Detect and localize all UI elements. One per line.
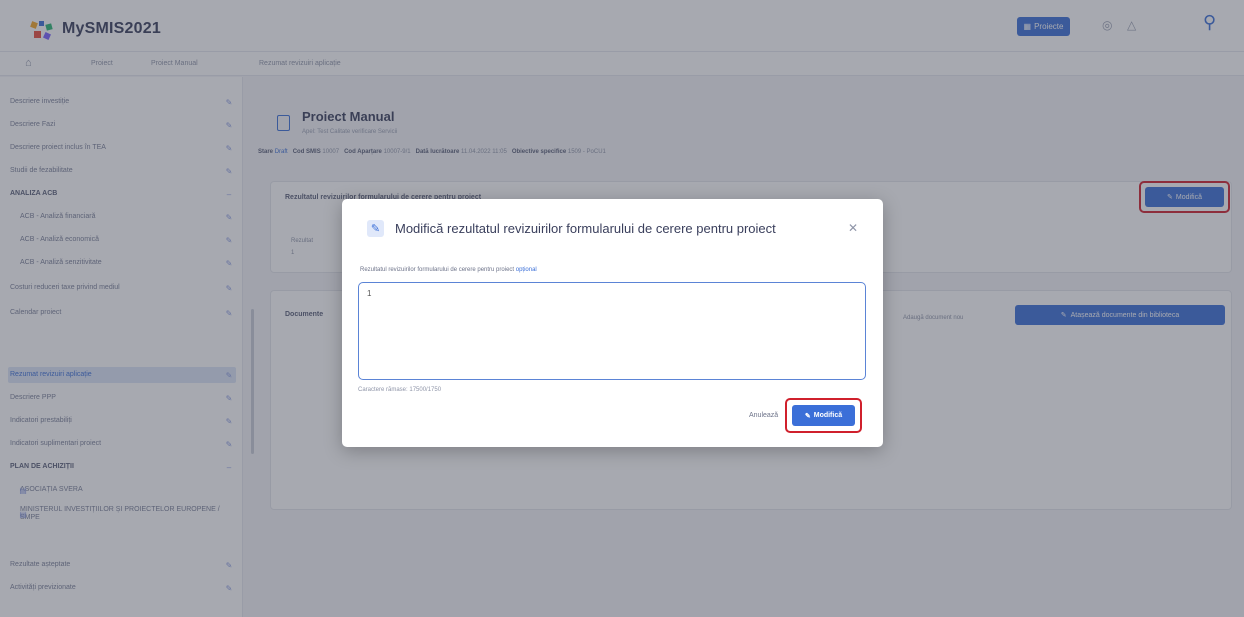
highlight-box [785,398,862,433]
modal-title: Modifică rezultatul revizuirilor formula… [395,221,776,236]
edit-icon: ✎ [367,220,384,237]
field-label: Rezultatul revizuirilor formularului de … [360,267,537,273]
edit-modal: ✎ Modifică rezultatul revizuirilor formu… [342,199,883,447]
result-textarea[interactable]: 1 [358,282,866,380]
char-counter: Caractere rămase: 17500/1750 [358,387,442,393]
cancel-button[interactable]: Anulează [749,412,778,419]
close-icon[interactable]: ✕ [848,221,858,235]
